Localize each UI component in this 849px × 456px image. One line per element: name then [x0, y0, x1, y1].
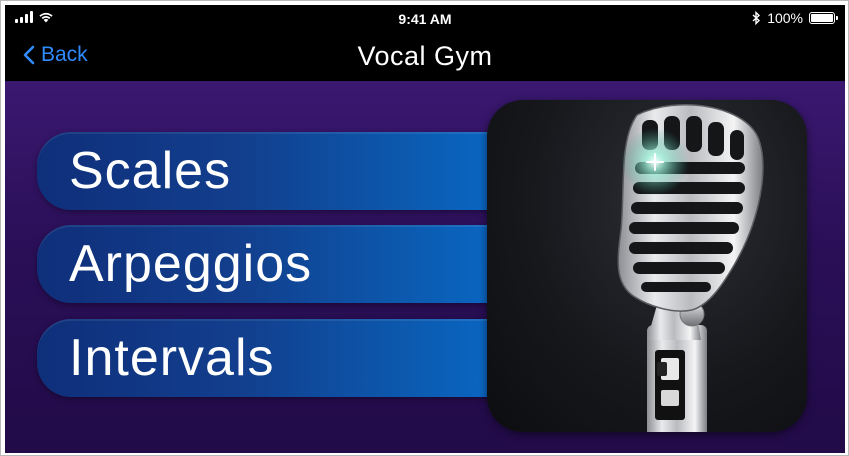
status-right: 100%	[752, 10, 838, 26]
status-bar: 9:41 AM 100%	[5, 5, 845, 33]
scales-button[interactable]: Scales	[37, 132, 557, 210]
arpeggios-button[interactable]: Arpeggios	[37, 225, 557, 303]
intervals-button-label: Intervals	[69, 329, 275, 387]
app-screen: 9:41 AM 100% Back Vocal Gym Scales Arpeg…	[5, 5, 845, 453]
microphone-icon	[617, 104, 764, 432]
arpeggios-button-label: Arpeggios	[69, 235, 313, 293]
battery-icon	[809, 12, 838, 24]
battery-percentage: 100%	[767, 10, 803, 26]
intervals-button[interactable]: Intervals	[37, 319, 557, 397]
status-time: 9:41 AM	[398, 11, 452, 27]
main-content: Scales Arpeggios Intervals	[5, 81, 845, 453]
device-frame: 9:41 AM 100% Back Vocal Gym Scales Arpeg…	[0, 0, 849, 456]
scales-button-label: Scales	[69, 142, 232, 200]
page-title: Vocal Gym	[357, 41, 493, 71]
bluetooth-icon	[752, 11, 761, 25]
navigation-bar: Back Vocal Gym	[5, 33, 845, 81]
microphone-illustration	[487, 100, 807, 432]
